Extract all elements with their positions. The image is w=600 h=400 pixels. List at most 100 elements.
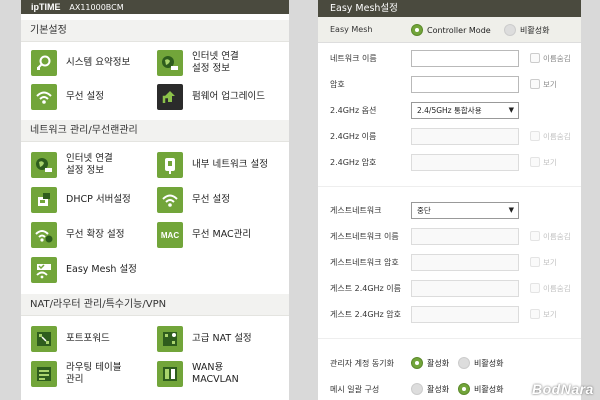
show-pw-24ghz-checkbox[interactable] [530, 157, 540, 167]
mac-tile-text: MAC [160, 230, 180, 240]
radio-unchecked-icon [504, 24, 516, 36]
name-24ghz-row: 2.4GHz 이름 이름숨김 [318, 125, 581, 151]
menu-item-wireless[interactable]: 무선 설정 [31, 82, 161, 112]
checkbox-label: 이름숨김 [543, 54, 571, 63]
port-forward-icon [31, 326, 57, 352]
field-label: 게스트 2.4GHz 암호 [330, 310, 402, 319]
section-header-basic: 기본설정 [21, 20, 289, 42]
section-basic-grid: 시스템 요약정보 인터넷 연결 설정 정보 무선 설정 펌웨어 업그레이드 [21, 42, 289, 120]
admin-sync-on-radio[interactable]: 활성화 [411, 357, 449, 369]
watermark: BodNara [532, 381, 594, 397]
divider [318, 186, 581, 187]
page: ipTIME AX11000BCM 기본설정 시스템 요약정보 인터넷 연결 설… [0, 0, 600, 400]
hide-guest-name-24ghz-checkbox[interactable] [530, 283, 540, 293]
network-name-input[interactable] [411, 50, 519, 67]
guest-name-24ghz-input[interactable] [411, 280, 519, 297]
menu-item-wireless-2[interactable]: 무선 설정 [157, 185, 287, 215]
menu-item-label: 펌웨어 업그레이드 [192, 91, 265, 102]
field-label: 게스트 2.4GHz 이름 [330, 284, 402, 293]
menu-item-label: 무선 설정 [66, 91, 104, 102]
radio-label: 비활성화 [474, 358, 504, 368]
select-value: 2.4/5GHz 통합사용 [417, 106, 482, 115]
mesh-batch-on-radio[interactable]: 활성화 [411, 383, 449, 395]
pw-24ghz-input[interactable] [411, 154, 519, 171]
show-password-checkbox[interactable] [530, 79, 540, 89]
menu-item-wireless-extend[interactable]: 무선 확장 설정 [31, 220, 161, 250]
lan-icon [157, 152, 183, 178]
wifi-icon [157, 187, 183, 213]
guest-network-select[interactable]: 중단 ▼ [411, 202, 519, 219]
menu-item-label: 인터넷 연결 설정 정보 [66, 153, 113, 176]
checkbox-label: 이름숨김 [543, 284, 571, 293]
menu-item-macvlan[interactable]: WAN용 MACVLAN [157, 359, 287, 389]
band-option-select[interactable]: 2.4/5GHz 통합사용 ▼ [411, 102, 519, 119]
guest-network-row: 게스트네트워크 중단 ▼ [318, 199, 581, 225]
magnifier-icon [31, 50, 57, 76]
field-label: 관리자 계정 동기화 [330, 359, 394, 368]
hide-guest-name-checkbox[interactable] [530, 231, 540, 241]
guest-pw-24ghz-row: 게스트 2.4GHz 암호 보기 [318, 303, 581, 329]
password-input[interactable] [411, 76, 519, 93]
guest-pw-24ghz-input[interactable] [411, 306, 519, 323]
wifi-extend-icon [31, 222, 57, 248]
menu-item-firmware[interactable]: 펌웨어 업그레이드 [157, 82, 287, 112]
page-title: Easy Mesh설정 [318, 0, 581, 17]
menu-item-easy-mesh[interactable]: Easy Mesh 설정 [31, 255, 161, 285]
menu-item-routing-table[interactable]: 라우팅 테이블 관리 [31, 359, 161, 389]
name-24ghz-input[interactable] [411, 128, 519, 145]
routing-icon [31, 361, 57, 387]
menu-item-mac-manage[interactable]: MAC 무선 MAC관리 [157, 220, 287, 250]
guest-pw-row: 게스트네트워크 암호 보기 [318, 251, 581, 277]
hide-name-checkbox[interactable] [530, 53, 540, 63]
field-label: 2.4GHz 이름 [330, 132, 377, 141]
field-label: 2.4GHz 암호 [330, 158, 377, 167]
checkbox-label: 이름숨김 [543, 132, 571, 141]
menu-item-label: 무선 MAC관리 [192, 229, 252, 240]
guest-name-input[interactable] [411, 228, 519, 245]
menu-item-port-forward[interactable]: 포트포워드 [31, 324, 161, 354]
menu-item-system-summary[interactable]: 시스템 요약정보 [31, 48, 161, 78]
controller-mode-radio[interactable]: Controller Mode [411, 24, 491, 36]
hide-name-24ghz-checkbox[interactable] [530, 131, 540, 141]
network-name-row: 네트워크 이름 이름숨김 [318, 47, 581, 73]
guest-name-row: 게스트네트워크 이름 이름숨김 [318, 225, 581, 251]
mode-disable-radio[interactable]: 비활성화 [504, 24, 549, 36]
mesh-batch-off-radio[interactable]: 비활성화 [458, 383, 503, 395]
field-label: 게스트네트워크 이름 [330, 232, 399, 241]
checkbox-label: 이름숨김 [543, 232, 571, 241]
menu-item-label: DHCP 서버설정 [66, 194, 131, 205]
admin-sync-row: 관리자 계정 동기화 활성화 비활성화 [318, 352, 581, 378]
show-guest-pw-24ghz-checkbox[interactable] [530, 309, 540, 319]
menu-item-label: Easy Mesh 설정 [66, 264, 137, 275]
admin-sync-off-radio[interactable]: 비활성화 [458, 357, 503, 369]
menu-item-advanced-nat[interactable]: 고급 NAT 설정 [157, 324, 287, 354]
menu-item-label: 인터넷 연결 설정 정보 [192, 51, 239, 74]
menu-item-label: 라우팅 테이블 관리 [66, 362, 122, 385]
radio-label: Controller Mode [427, 25, 491, 35]
guest-name-24ghz-row: 게스트 2.4GHz 이름 이름숨김 [318, 277, 581, 303]
menu-panel: ipTIME AX11000BCM 기본설정 시스템 요약정보 인터넷 연결 설… [21, 0, 289, 400]
section-nat-grid: 포트포워드 고급 NAT 설정 라우팅 테이블 관리 WAN용 MACVLAN [21, 316, 289, 396]
radio-unchecked-icon [458, 357, 470, 369]
guest-pw-input[interactable] [411, 254, 519, 271]
menu-item-dhcp[interactable]: DHCP 서버설정 [31, 185, 161, 215]
brand-logo: ipTIME [31, 2, 61, 12]
show-guest-pw-checkbox[interactable] [530, 257, 540, 267]
select-value: 중단 [417, 206, 431, 215]
field-label: 메시 일괄 구성 [330, 385, 380, 394]
menu-item-internet-setup[interactable]: 인터넷 연결 설정 정보 [157, 48, 287, 78]
menu-item-label: WAN용 MACVLAN [192, 362, 239, 385]
checkbox-label: 보기 [543, 80, 557, 89]
checkbox-label: 보기 [543, 258, 557, 267]
menu-item-label: 포트포워드 [66, 333, 110, 344]
menu-item-lan-setup[interactable]: 내부 네트워크 설정 [157, 150, 287, 180]
menu-item-internet-setup-2[interactable]: 인터넷 연결 설정 정보 [31, 150, 161, 180]
field-label: 암호 [330, 80, 345, 89]
menu-item-label: 무선 설정 [192, 194, 230, 205]
menu-item-label: 무선 확장 설정 [66, 229, 125, 240]
field-label: 게스트네트워크 암호 [330, 258, 399, 267]
dhcp-icon [31, 187, 57, 213]
model-name: AX11000BCM [69, 3, 124, 12]
field-label: 네트워크 이름 [330, 54, 377, 63]
divider [318, 338, 581, 339]
